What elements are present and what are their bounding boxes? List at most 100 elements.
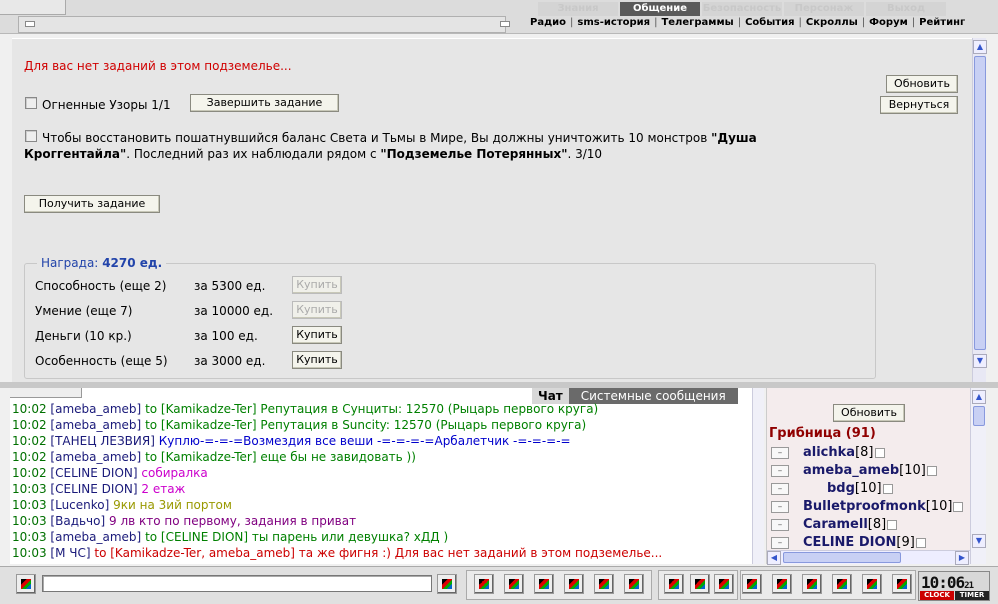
toolbar-icon[interactable]	[594, 574, 614, 594]
user-action-icon[interactable]: –	[771, 537, 789, 549]
user-name[interactable]: Caramell[8]	[803, 516, 898, 534]
user-checkbox[interactable]	[882, 483, 893, 494]
user-level: [10]	[925, 499, 953, 514]
task-checkbox[interactable]	[25, 97, 37, 109]
scroll-up-icon[interactable]: ▲	[973, 40, 987, 54]
message-nick[interactable]: [ameba_ameb]	[50, 418, 141, 432]
buy-button[interactable]: Купить	[292, 301, 342, 319]
scroll-right-icon[interactable]: ▶	[955, 551, 969, 565]
message-recipient[interactable]: to [CELINE DION]	[145, 530, 248, 544]
message-nick[interactable]: [CELINE DION]	[50, 466, 137, 480]
minimize-icon[interactable]	[500, 21, 510, 27]
scroll-down-icon[interactable]: ▼	[972, 534, 986, 548]
message-recipient[interactable]: to [Kamikadze-Ter, ameba_ameb]	[94, 546, 295, 560]
minimize-icon[interactable]	[25, 21, 35, 27]
buy-button[interactable]: Купить	[292, 276, 342, 294]
nav-sms-history[interactable]: sms-история	[577, 17, 650, 28]
message-nick[interactable]: [Вадьчо]	[50, 514, 105, 528]
user-level: [9]	[896, 535, 915, 550]
message-text: Репутация в Suncity: 12570 (Рыцарь перво…	[260, 418, 587, 432]
toolbar-icon[interactable]	[504, 574, 524, 594]
chat-message: 10:02 [ameba_ameb] to [Kamikadze-Ter] ещ…	[12, 449, 750, 465]
user-row: – Caramell[8]	[771, 516, 971, 534]
user-checkbox[interactable]	[926, 465, 937, 476]
users-horizontal-scrollbar[interactable]: ◀ ▶	[767, 550, 971, 565]
message-recipient[interactable]: to [Kamikadze-Ter]	[145, 450, 257, 464]
toolbar-icon[interactable]	[624, 574, 644, 594]
chat-scrollbar[interactable]	[752, 388, 764, 564]
toolbar-icon[interactable]	[742, 574, 762, 594]
get-task-button[interactable]: Получить задание	[24, 195, 160, 213]
user-action-icon[interactable]: –	[771, 447, 789, 459]
user-name[interactable]: Bulletproofmonk[10]	[803, 498, 964, 516]
toolbar-icon[interactable]	[862, 574, 882, 594]
chat-message: 10:02 [ameba_ameb] to [Kamikadze-Ter] Ре…	[12, 417, 750, 433]
user-action-icon[interactable]: –	[771, 465, 789, 477]
message-text: собиралка	[141, 466, 208, 480]
message-recipient[interactable]: to [Kamikadze-Ter]	[145, 418, 257, 432]
message-nick[interactable]: [ТАНЕЦ ЛЕЗВИЯ]	[50, 434, 154, 448]
buy-button[interactable]: Купить	[292, 326, 342, 344]
toolbar-icon[interactable]	[772, 574, 792, 594]
message-nick[interactable]: [ameba_ameb]	[50, 530, 141, 544]
refresh-button[interactable]: Обновить	[886, 75, 958, 93]
smiley-icon[interactable]	[16, 574, 36, 594]
user-action-icon[interactable]: –	[771, 501, 789, 513]
buy-button[interactable]: Купить	[292, 351, 342, 369]
toolbar-icon[interactable]	[474, 574, 494, 594]
user-checkbox[interactable]	[915, 537, 926, 548]
tab-knowledge[interactable]: Знания	[538, 2, 618, 16]
chat-input[interactable]	[42, 575, 432, 592]
toolbar-group	[740, 570, 916, 600]
send-icon[interactable]	[437, 574, 457, 594]
message-recipient[interactable]: to [Kamikadze-Ter]	[145, 402, 257, 416]
toolbar-icon[interactable]	[714, 574, 734, 594]
message-time: 10:03	[12, 498, 47, 512]
tab-communication[interactable]: Общение	[620, 2, 700, 16]
user-action-icon[interactable]: –	[771, 483, 789, 495]
user-name[interactable]: alichka[8]	[803, 444, 885, 462]
toolbar-icon[interactable]	[664, 574, 684, 594]
user-checkbox[interactable]	[874, 447, 885, 458]
tab-character[interactable]: Персонаж	[784, 2, 864, 16]
scroll-thumb[interactable]	[783, 552, 901, 563]
tab-exit[interactable]: Выход	[866, 2, 946, 16]
message-nick[interactable]: [ameba_ameb]	[50, 402, 141, 416]
toolbar-icon[interactable]	[832, 574, 852, 594]
scroll-thumb[interactable]	[974, 56, 986, 350]
message-nick[interactable]: [Lucenko]	[50, 498, 109, 512]
nav-scrolls[interactable]: Скроллы	[806, 17, 858, 28]
nav-telegrams[interactable]: Телеграммы	[661, 17, 733, 28]
scroll-down-icon[interactable]: ▼	[973, 354, 987, 368]
quest-scrollbar[interactable]: ▲ ▼	[972, 38, 987, 382]
users-refresh-button[interactable]: Обновить	[833, 404, 905, 422]
scroll-thumb[interactable]	[973, 406, 985, 426]
toolbar-icon[interactable]	[564, 574, 584, 594]
user-action-icon[interactable]: –	[771, 519, 789, 531]
toolbar-icon[interactable]	[534, 574, 554, 594]
back-button[interactable]: Вернуться	[880, 96, 958, 114]
clock-widget[interactable]: 10:0621 CLOCK TIMER	[918, 571, 990, 601]
complete-task-button[interactable]: Завершить задание	[190, 94, 339, 112]
nav-rating[interactable]: Рейтинг	[919, 17, 965, 28]
message-nick[interactable]: [М ЧС]	[50, 546, 90, 560]
toolbar-icon[interactable]	[892, 574, 912, 594]
scroll-up-icon[interactable]: ▲	[972, 390, 986, 404]
toolbar-icon[interactable]	[802, 574, 822, 594]
toolbar-icon[interactable]	[690, 574, 710, 594]
nav-forum[interactable]: Форум	[869, 17, 908, 28]
user-checkbox[interactable]	[887, 519, 898, 530]
clock-label: CLOCK	[920, 591, 954, 600]
tab-security[interactable]: Безопасность	[702, 2, 782, 16]
message-nick[interactable]: [ameba_ameb]	[50, 450, 141, 464]
nav-events[interactable]: События	[745, 17, 794, 28]
nav-radio[interactable]: Радио	[530, 17, 566, 28]
users-scrollbar[interactable]: ▲ ▼	[970, 388, 986, 564]
top-left-frame	[0, 0, 66, 15]
scroll-left-icon[interactable]: ◀	[767, 551, 781, 565]
user-name[interactable]: bdg[10]	[827, 480, 893, 498]
message-nick[interactable]: [CELINE DION]	[50, 482, 137, 496]
user-name[interactable]: ameba_ameb[10]	[803, 462, 937, 480]
user-checkbox[interactable]	[953, 501, 964, 512]
chat-message: 10:03 [Вадьчо] 9 лв кто по первому, зада…	[12, 513, 750, 529]
